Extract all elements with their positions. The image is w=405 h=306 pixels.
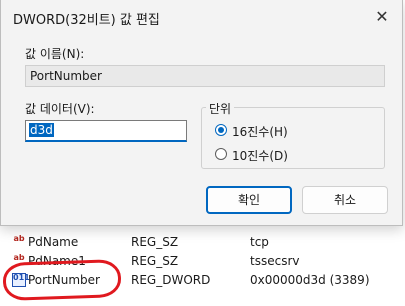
registry-row[interactable]: ab PdName REG_SZ tcp [0,232,405,252]
row-type: REG_SZ [131,235,179,249]
row-name: PdName [28,235,79,249]
value-name-label: 값 이름(N): [25,47,85,61]
row-data: 0x00000d3d (3389) [250,273,370,287]
row-type: REG_DWORD [131,273,211,287]
value-data-text: d3d [29,123,54,137]
cancel-button[interactable]: 취소 [302,186,388,214]
row-type: REG_SZ [131,254,179,268]
decimal-radio-label[interactable]: 10진수(D) [232,147,288,164]
close-icon[interactable]: ✕ [370,6,394,28]
base-group-label: 단위 [206,100,235,117]
decimal-radio[interactable] [215,148,227,160]
dialog-title: DWORD(32비트) 값 편집 [13,13,160,28]
hex-radio[interactable] [215,124,227,136]
string-value-icon: ab [13,234,25,243]
red-annotation-circle [2,258,122,302]
value-data-input[interactable]: d3d [25,120,187,142]
edit-dword-dialog: DWORD(32비트) 값 편집 ✕ 값 이름(N): PortNumber 값… [0,0,403,226]
value-name-field: PortNumber [25,65,385,87]
row-data: tcp [250,235,269,249]
ok-button[interactable]: 확인 [206,186,292,214]
dialog-titlebar[interactable]: DWORD(32비트) 값 편집 ✕ [1,0,402,34]
row-data: tssecsrv [250,254,300,268]
value-data-label: 값 데이터(V): [25,102,95,116]
hex-radio-label[interactable]: 16진수(H) [232,123,288,140]
